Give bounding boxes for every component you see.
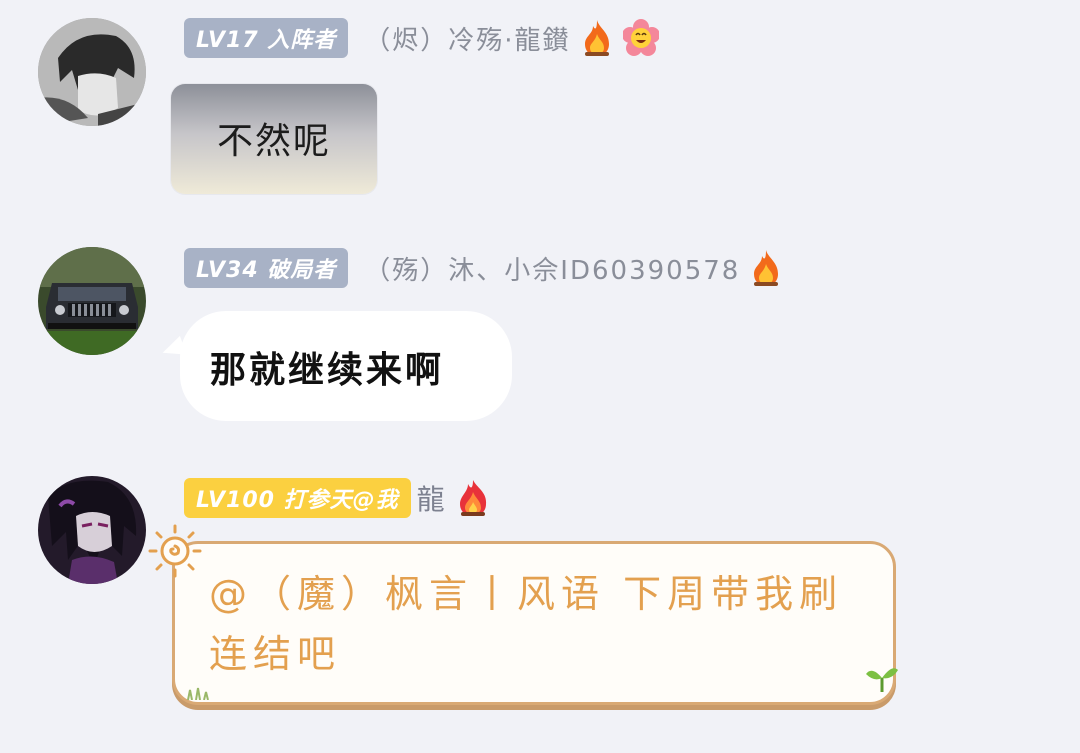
message-bubble[interactable]: 不然呢	[171, 84, 377, 194]
nickname[interactable]: （烬）冷殇·龍鑚	[364, 20, 570, 57]
message-text: @（魔）枫言丨风语 下周带我刷连结吧	[209, 572, 844, 676]
nickname[interactable]: 龍	[417, 478, 447, 518]
message-header: LV100 打参天@我 龍	[184, 476, 491, 520]
bubble-tail	[159, 335, 187, 363]
level-badge: LV17 入阵者	[184, 18, 349, 58]
message-text: 不然呢	[216, 121, 331, 162]
sprout-icon	[866, 668, 898, 692]
level-badge: LV34 破局者	[184, 248, 349, 288]
grass-icon	[187, 687, 209, 700]
red-fire-icon	[455, 478, 491, 518]
message-bubble[interactable]: 那就继续来啊	[159, 311, 512, 421]
avatar[interactable]	[38, 476, 146, 584]
avatar[interactable]	[38, 247, 146, 355]
avatar[interactable]	[38, 18, 146, 126]
fire-icon	[579, 18, 615, 58]
message-header: LV34 破局者 （殇）沐、小佘ID60390578	[184, 246, 784, 290]
fire-icon	[748, 248, 784, 288]
sun-icon	[148, 524, 202, 578]
message-bubble[interactable]: @（魔）枫言丨风语 下周带我刷连结吧	[172, 541, 896, 705]
smiling-flower-icon	[622, 18, 659, 58]
level-badge: LV100 打参天@我	[184, 478, 411, 518]
nickname[interactable]: （殇）沐、小佘ID60390578	[364, 250, 740, 287]
message-text: 那就继续来啊	[210, 350, 445, 391]
message-header: LV17 入阵者 （烬）冷殇·龍鑚	[184, 16, 659, 60]
chat-thread: LV17 入阵者 （烬）冷殇·龍鑚 不然呢 LV34 破局者 （殇）沐、小佘ID…	[0, 0, 1080, 753]
